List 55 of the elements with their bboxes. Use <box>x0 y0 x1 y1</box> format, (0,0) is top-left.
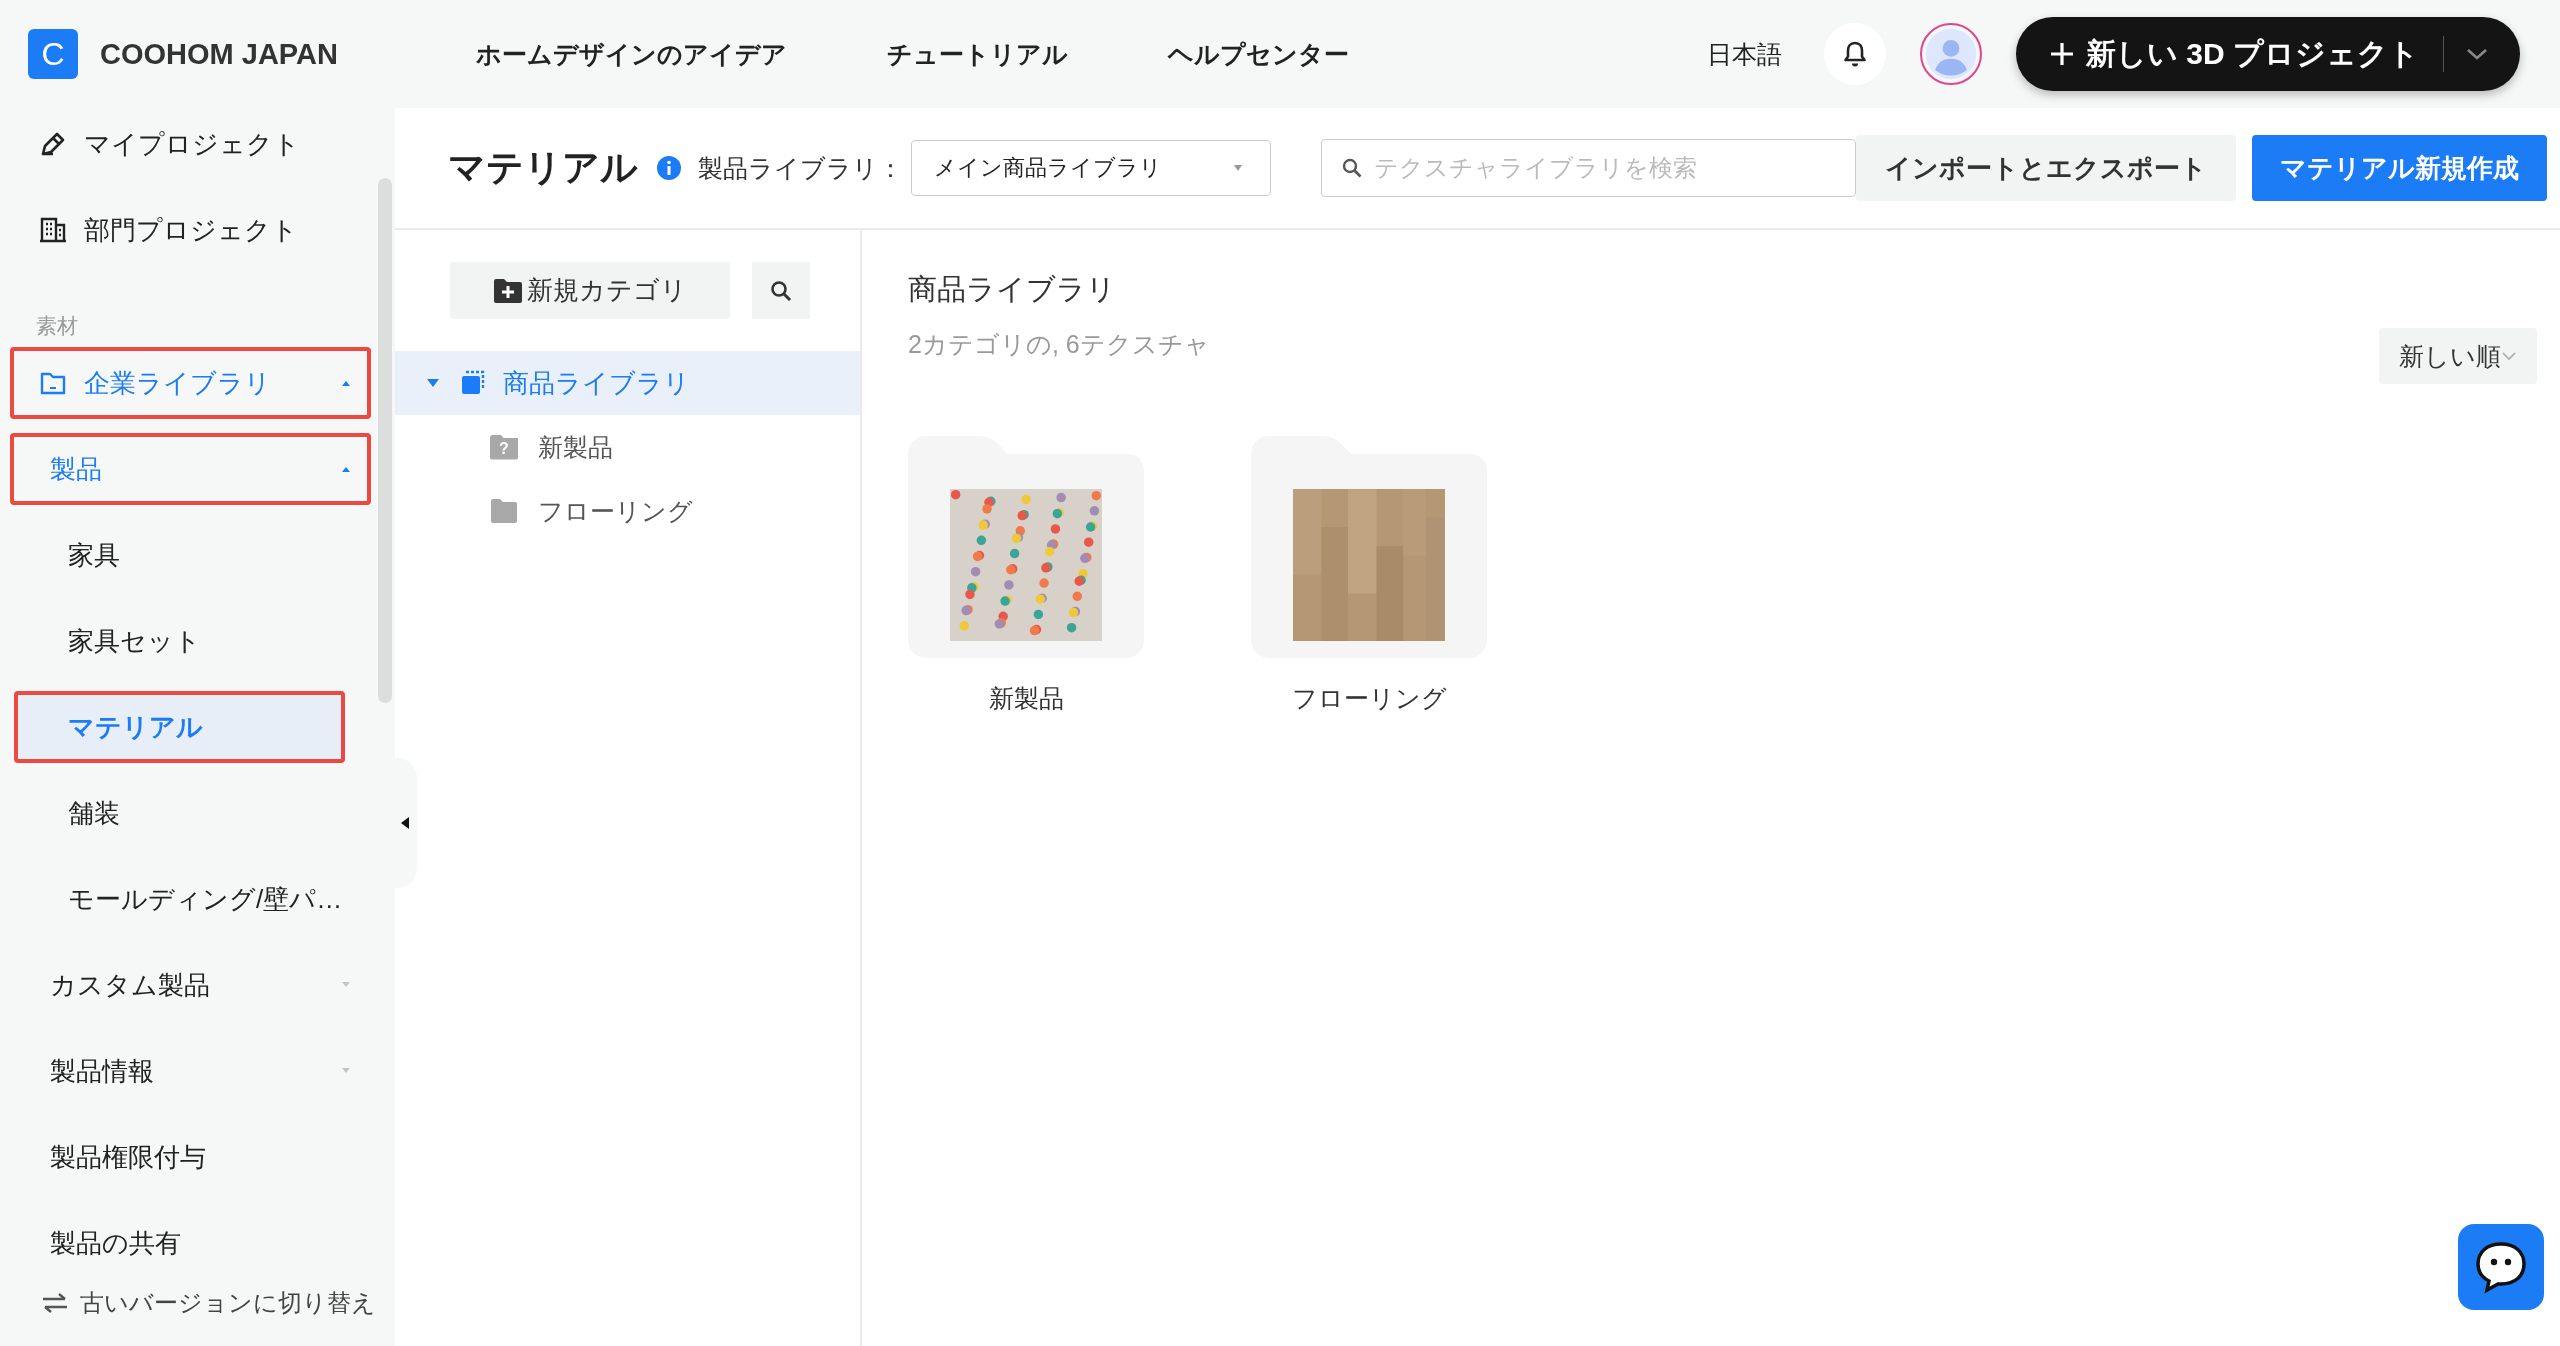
nav-link[interactable]: ヘルプセンター <box>1167 37 1349 71</box>
sidebar-item[interactable]: 舗装 <box>14 777 345 849</box>
library-summary: 2カテゴリの, 6テクスチャ <box>908 329 1210 360</box>
folder-label: 新製品 <box>988 683 1064 714</box>
tree-item[interactable]: フローリング <box>395 479 860 543</box>
sort-dropdown[interactable]: 新しい順 <box>2379 328 2537 384</box>
sidebar-item[interactable]: 製品権限付与 <box>10 1121 371 1193</box>
search-icon <box>1341 157 1363 179</box>
bell-icon <box>1841 40 1868 68</box>
nav-link[interactable]: チュートリアル <box>886 37 1068 71</box>
folder-label: フローリング <box>1291 683 1447 714</box>
search-icon <box>769 278 793 303</box>
collapse-icon <box>399 815 411 831</box>
swap-icon <box>40 1292 70 1314</box>
new-project-button[interactable]: 新しい 3D プロジェクト <box>2015 17 2520 91</box>
search-button[interactable] <box>752 262 810 319</box>
sidebar-item[interactable]: 部門プロジェクト <box>10 194 371 266</box>
language-button[interactable]: 日本語 <box>1706 37 1782 71</box>
sidebar-item[interactable]: マイプロジェクト <box>10 108 371 180</box>
nav-link[interactable]: ホームデザインのアイデア <box>475 37 787 71</box>
import-export-button[interactable]: インポートとエクスポート <box>1856 135 2236 201</box>
create-material-button[interactable]: マテリアル新規作成 <box>2252 135 2547 201</box>
sidebar-item[interactable]: 製品の共有 <box>10 1207 371 1279</box>
sidebar-item[interactable]: 製品 <box>10 433 371 505</box>
sidebar-item[interactable]: カスタム製品 <box>10 949 371 1021</box>
sidebar-item[interactable]: モールディング/壁パ… <box>14 863 345 935</box>
sidebar-item[interactable]: 家具 <box>14 519 345 591</box>
library-label: 製品ライブラリ： <box>698 152 903 184</box>
library-select[interactable]: メイン商品ライブラリ <box>911 140 1271 196</box>
avatar-icon[interactable] <box>1919 23 1982 85</box>
folder-card[interactable] <box>1251 436 1487 658</box>
old-version-link[interactable]: 古いバージョンに切り替え <box>0 1287 376 1319</box>
search-field[interactable]: テクスチャライブラリを検索 <box>1321 139 1856 197</box>
unknown-folder-icon: ? <box>490 434 518 460</box>
chevron-down-icon <box>2501 351 2517 361</box>
caret-icon <box>425 377 441 389</box>
brand-name: COOHOM JAPAN <box>100 37 338 71</box>
scrollbar[interactable] <box>378 178 392 703</box>
sidebar-item[interactable]: 家具セット <box>14 605 345 677</box>
add-folder-icon <box>493 277 523 304</box>
section-label: 素材 <box>35 313 78 339</box>
collapse-handle[interactable] <box>393 758 417 888</box>
folder-icon <box>490 498 518 524</box>
dropdown-arrow-icon <box>1232 164 1244 172</box>
building-icon <box>38 215 68 245</box>
sidebar-item[interactable]: 製品情報 <box>10 1035 371 1107</box>
folder-card[interactable] <box>908 436 1144 658</box>
page-title: マテリアル <box>448 146 638 190</box>
chat-button[interactable] <box>2458 1224 2544 1310</box>
sidebar-item[interactable]: 企業ライブラリ <box>10 347 371 419</box>
library-title: 商品ライブラリ <box>908 272 1116 307</box>
tree-item[interactable]: ? 新製品 <box>395 415 860 479</box>
info-icon[interactable] <box>656 155 682 181</box>
new-category-button[interactable]: 新規カテゴリ <box>450 262 730 319</box>
logo-icon: C <box>28 29 78 79</box>
